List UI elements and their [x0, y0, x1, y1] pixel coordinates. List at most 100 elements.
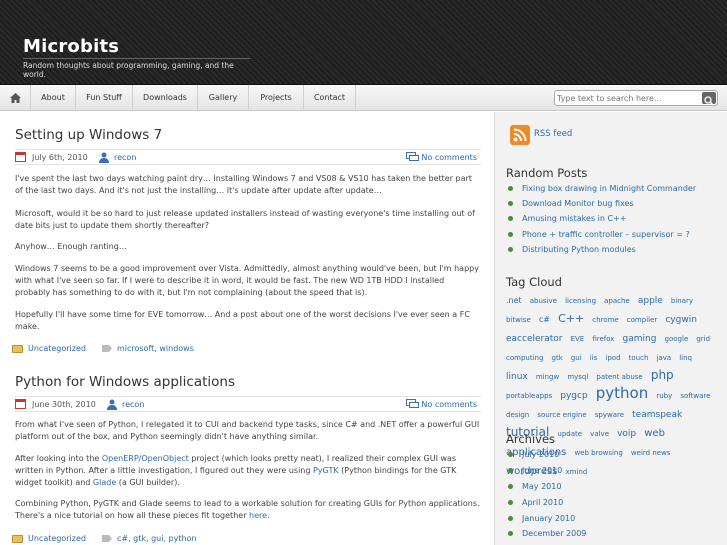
post-meta: July 6th, 2010 recon No comments: [15, 149, 481, 165]
archive-label[interactable]: June 2010: [522, 466, 562, 475]
tags-link[interactable]: microsoft, windows: [117, 344, 194, 353]
site-title[interactable]: Microbits: [23, 36, 119, 57]
tag-link[interactable]: python: [596, 384, 648, 402]
rss-feed-link[interactable]: RSS feed: [534, 129, 572, 139]
random-post-label[interactable]: Distributing Python modules: [522, 245, 636, 254]
tags-link[interactable]: c#, gtk, gui, python: [117, 534, 197, 543]
text-span: .: [267, 511, 270, 520]
text-span: (a GUI builder).: [116, 478, 180, 487]
tag-link[interactable]: cygwin: [665, 315, 697, 325]
post-author[interactable]: recon: [114, 153, 136, 162]
random-post-item[interactable]: Phone + traffic controller – supervisor …: [508, 230, 690, 239]
tag-link[interactable]: .net: [506, 296, 522, 305]
tag-link[interactable]: gaming: [623, 334, 657, 344]
random-post-label[interactable]: Phone + traffic controller – supervisor …: [522, 230, 690, 239]
tag-link[interactable]: eaccelerator: [506, 334, 562, 344]
tag-link[interactable]: bitwise: [506, 316, 531, 324]
pygtk-link[interactable]: PyGTK: [313, 466, 339, 475]
tag-link[interactable]: teamspeak: [632, 410, 682, 420]
tag-link[interactable]: xmind: [566, 468, 588, 476]
post-title[interactable]: Setting up Windows 7: [15, 127, 162, 143]
tag-link[interactable]: pygcp: [560, 391, 587, 401]
tag-link[interactable]: google: [665, 335, 689, 343]
tag-link[interactable]: spyware: [595, 411, 624, 419]
comment-icon: [406, 152, 419, 161]
nav-about[interactable]: About: [31, 85, 76, 111]
tag-link[interactable]: touch: [629, 354, 649, 362]
random-post-label[interactable]: Fixing box drawing in Midnight Commander: [522, 184, 696, 193]
nav-fun-stuff[interactable]: Fun Stuff: [76, 85, 133, 111]
tag-link[interactable]: EVE: [571, 335, 585, 343]
tag-link[interactable]: ipod: [605, 354, 620, 362]
tutorial-link[interactable]: here: [249, 511, 267, 520]
tag-link[interactable]: gui: [571, 354, 582, 362]
tag-link[interactable]: gtk: [552, 354, 563, 362]
tag-link[interactable]: web browsing: [574, 449, 622, 457]
home-button[interactable]: [0, 85, 31, 111]
tag-link[interactable]: compiler: [627, 316, 657, 324]
tag-link[interactable]: linq: [679, 354, 692, 362]
archive-item[interactable]: May 2010: [508, 482, 561, 491]
archive-label[interactable]: April 2010: [522, 498, 563, 507]
nav-projects[interactable]: Projects: [249, 85, 304, 111]
random-post-label[interactable]: Amusing mistakes in C++: [522, 214, 626, 223]
nav-downloads[interactable]: Downloads: [133, 85, 198, 111]
tag-link[interactable]: software: [680, 392, 710, 400]
glade-link[interactable]: Glade: [93, 478, 116, 487]
category-link[interactable]: Uncategorized: [28, 344, 86, 353]
tag-link[interactable]: update: [557, 430, 582, 438]
archive-item[interactable]: December 2009: [508, 529, 586, 538]
archive-item[interactable]: June 2010: [508, 466, 562, 475]
post-comments-link[interactable]: No comments: [421, 400, 477, 409]
nav-gallery[interactable]: Gallery: [198, 85, 249, 111]
archive-label[interactable]: July 2010: [522, 450, 559, 459]
tag-link[interactable]: voip: [617, 429, 636, 439]
tag-link[interactable]: patent abuse: [596, 373, 642, 381]
nav-contact[interactable]: Contact: [304, 85, 356, 111]
random-post-label[interactable]: Download Monitor bug fixes: [522, 199, 634, 208]
bullet-icon: [508, 201, 513, 206]
tag-link[interactable]: licensing: [565, 297, 596, 305]
tag-link[interactable]: mingw: [536, 373, 559, 381]
tag-link[interactable]: firefox: [592, 335, 614, 343]
calendar-icon: [15, 152, 26, 162]
post-comments-link[interactable]: No comments: [421, 153, 477, 162]
tag-link[interactable]: php: [651, 368, 674, 382]
rss-icon[interactable]: [510, 125, 530, 145]
search-input[interactable]: [557, 92, 697, 104]
comment-icon: [406, 399, 419, 408]
random-post-item[interactable]: Distributing Python modules: [508, 245, 636, 254]
tag-link[interactable]: weird news: [631, 449, 671, 457]
tag-link[interactable]: source engine: [537, 411, 586, 419]
tag-link[interactable]: valve: [590, 430, 609, 438]
post-title[interactable]: Python for Windows applications: [15, 374, 235, 390]
archive-label[interactable]: May 2010: [522, 482, 561, 491]
tag-link[interactable]: java: [656, 354, 671, 362]
random-post-item[interactable]: Amusing mistakes in C++: [508, 214, 626, 223]
archive-item[interactable]: July 2010: [508, 450, 559, 459]
tag-link[interactable]: binary: [671, 297, 693, 305]
bullet-icon: [508, 452, 513, 457]
tag-link[interactable]: C++: [558, 312, 584, 325]
tag-link[interactable]: apache: [604, 297, 630, 305]
tag-link[interactable]: design: [506, 411, 529, 419]
archive-item[interactable]: January 2010: [508, 514, 575, 523]
archive-label[interactable]: December 2009: [522, 529, 586, 538]
category-link[interactable]: Uncategorized: [28, 534, 86, 543]
openerp-link[interactable]: OpenERP/OpenObject: [102, 454, 189, 463]
tag-link[interactable]: apple: [638, 296, 663, 306]
tag-link[interactable]: c#: [539, 315, 550, 324]
tag-link[interactable]: linux: [506, 372, 528, 382]
tag-link[interactable]: iis: [590, 354, 598, 362]
tag-link[interactable]: portableapps: [506, 392, 552, 400]
tag-link[interactable]: mysql: [567, 373, 588, 381]
archive-item[interactable]: April 2010: [508, 498, 563, 507]
tag-link[interactable]: chrome: [592, 316, 618, 324]
archive-label[interactable]: January 2010: [522, 514, 575, 523]
tag-link[interactable]: ruby: [656, 392, 672, 400]
random-post-item[interactable]: Download Monitor bug fixes: [508, 199, 634, 208]
random-post-item[interactable]: Fixing box drawing in Midnight Commander: [508, 184, 696, 193]
search-button[interactable]: [702, 92, 716, 106]
tag-link[interactable]: abusive: [530, 297, 557, 305]
post-author[interactable]: recon: [122, 400, 144, 409]
